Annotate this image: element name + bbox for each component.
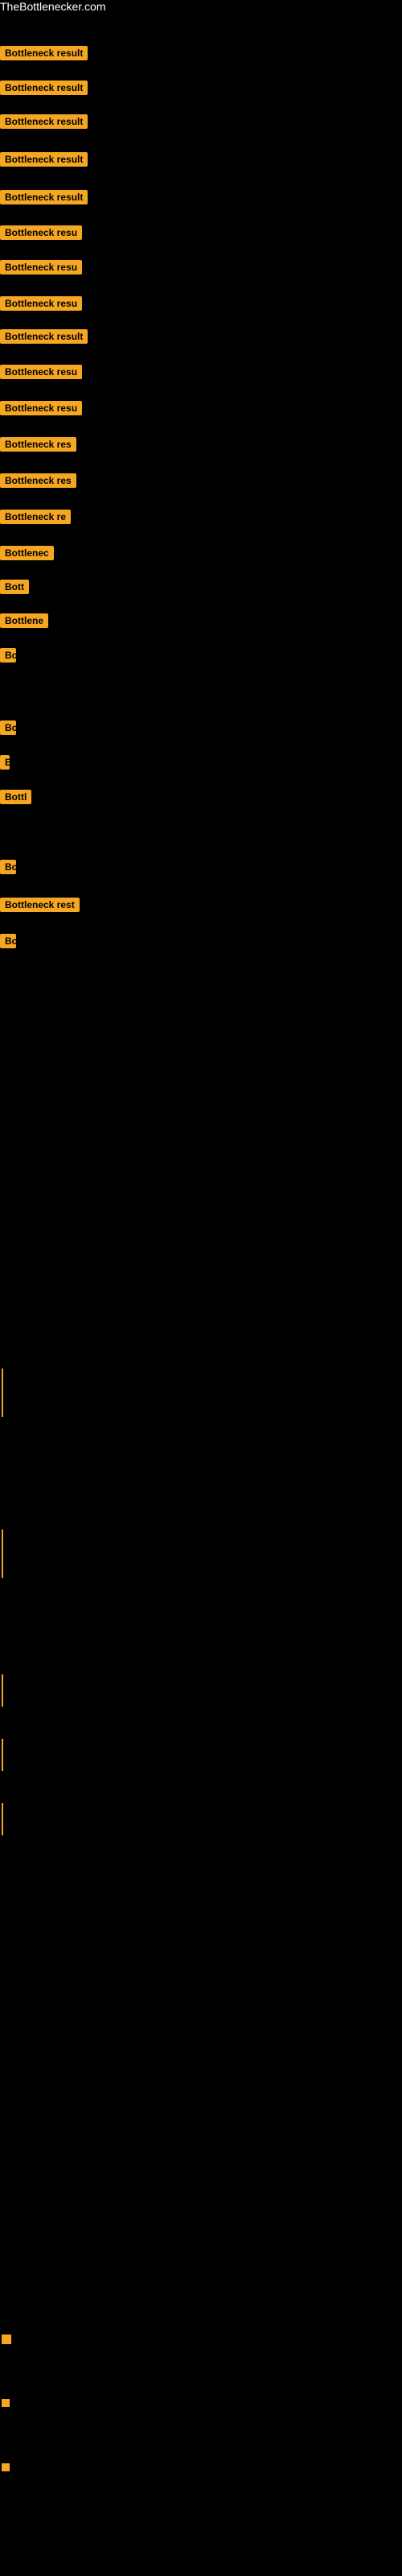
badge-item: Bo: [0, 860, 16, 878]
bottleneck-result-badge: Bottlene: [0, 613, 48, 628]
badge-item: Bo: [0, 934, 16, 952]
bottleneck-result-badge: Bottleneck result: [0, 46, 88, 60]
badge-item: Bottleneck resu: [0, 365, 82, 383]
badge-item: Bottleneck resu: [0, 401, 82, 419]
bottleneck-result-badge: Bottlenec: [0, 546, 54, 560]
bottleneck-result-badge: B: [0, 755, 10, 770]
vertical-line-indicator: [2, 1368, 3, 1417]
bottleneck-result-badge: Bottleneck rest: [0, 898, 80, 912]
bottleneck-result-badge: Bottleneck result: [0, 329, 88, 344]
bottleneck-result-badge: Bottleneck resu: [0, 260, 82, 275]
bottleneck-result-badge: Bo: [0, 860, 16, 874]
site-title: TheBottlenecker.com: [0, 0, 402, 14]
badge-item: Bottleneck resu: [0, 296, 82, 315]
badge-item: Bottleneck re: [0, 510, 71, 528]
bottleneck-result-badge: Bottl: [0, 790, 31, 804]
bottleneck-result-badge: Bottleneck result: [0, 152, 88, 167]
vertical-line-indicator: [2, 1674, 3, 1707]
badge-item: Bottleneck resu: [0, 260, 82, 279]
badge-item: Bottleneck res: [0, 437, 76, 456]
bottleneck-result-badge: Bottleneck result: [0, 80, 88, 95]
badge-item: Bottleneck result: [0, 114, 88, 133]
small-indicator: [2, 2334, 11, 2344]
badge-item: Bottlene: [0, 613, 48, 632]
badge-item: Bottleneck result: [0, 329, 88, 348]
bottleneck-result-badge: Bottleneck re: [0, 510, 71, 524]
badge-item: Bottleneck result: [0, 46, 88, 64]
badge-item: Bottleneck result: [0, 80, 88, 99]
badge-item: Bottleneck res: [0, 473, 76, 492]
badge-item: Bottleneck rest: [0, 898, 80, 916]
vertical-line-indicator: [2, 1530, 3, 1578]
badge-item: Bottleneck result: [0, 190, 88, 208]
small-indicator: [2, 2463, 10, 2471]
bottleneck-result-badge: Bo: [0, 720, 16, 735]
bottleneck-result-badge: Bottleneck resu: [0, 401, 82, 415]
bottleneck-result-badge: Bottleneck resu: [0, 296, 82, 311]
badge-item: Bottlenec: [0, 546, 54, 564]
bottleneck-result-badge: Bottleneck result: [0, 114, 88, 129]
bottleneck-result-badge: Bott: [0, 580, 29, 594]
badge-item: Bott: [0, 580, 29, 598]
bottleneck-result-badge: Bottleneck resu: [0, 225, 82, 240]
small-indicator: [2, 2399, 10, 2407]
badge-item: Bottleneck resu: [0, 225, 82, 244]
badge-item: Bo: [0, 720, 16, 739]
bottleneck-result-badge: Bo: [0, 934, 16, 948]
badge-item: Bottleneck result: [0, 152, 88, 171]
bottleneck-result-badge: Bottleneck res: [0, 437, 76, 452]
badge-item: Bo: [0, 648, 16, 667]
bottleneck-result-badge: Bottleneck res: [0, 473, 76, 488]
vertical-line-indicator: [2, 1803, 3, 1835]
bottleneck-result-badge: Bottleneck result: [0, 190, 88, 204]
badge-item: B: [0, 755, 10, 774]
vertical-line-indicator: [2, 1739, 3, 1771]
bottleneck-result-badge: Bottleneck resu: [0, 365, 82, 379]
badge-item: Bottl: [0, 790, 31, 808]
bottleneck-result-badge: Bo: [0, 648, 16, 663]
